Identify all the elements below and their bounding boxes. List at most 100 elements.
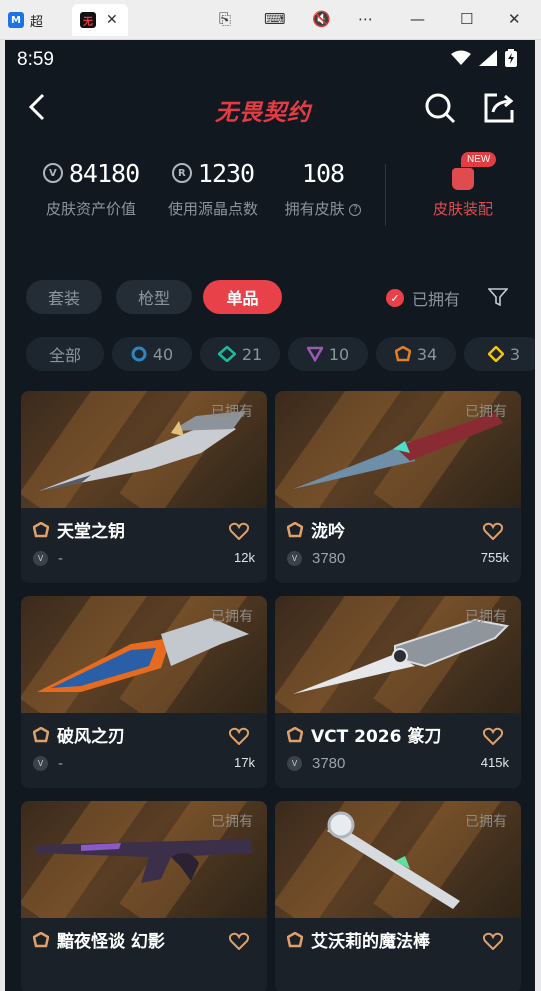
owned-tag: 已拥有 (465, 814, 507, 830)
stat-label-row: 拥有皮肤 ? (273, 198, 373, 219)
valorant-point-icon: V (287, 756, 302, 771)
valorant-point-icon: V (33, 756, 48, 771)
tab-gun-type[interactable]: 枪型 (116, 280, 192, 314)
owned-tag: 已拥有 (211, 814, 253, 830)
rarity-ultra[interactable]: 3 (464, 337, 535, 371)
help-icon[interactable]: ? (349, 204, 362, 216)
rarity-label: 全部 (48, 346, 81, 365)
rarity-exclusive[interactable]: 34 (376, 337, 456, 371)
stat-label: 使用源晶点数 (167, 200, 258, 218)
exclusive-tier-icon (394, 346, 411, 362)
valorant-point-icon: V (33, 551, 48, 566)
owned-tag: 已拥有 (465, 404, 507, 420)
stat-value: 108 (301, 158, 345, 188)
tab-set[interactable]: 套装 (26, 280, 102, 314)
rarity-premium[interactable]: 10 (288, 337, 368, 371)
check-icon: ✓ (386, 289, 404, 307)
tab-single-item[interactable]: 单品 (203, 280, 282, 314)
heart-icon[interactable] (483, 932, 503, 950)
app-header: 无畏契约 (5, 80, 535, 136)
type-tabs: 套装 枪型 单品 ✓ 已拥有 (5, 280, 535, 314)
skin-card[interactable]: 已拥有 艾沃莉的魔法棒 (275, 801, 521, 991)
rarity-count: 21 (241, 344, 263, 364)
card-price: V - (33, 755, 63, 772)
close-icon[interactable]: ✕ (106, 12, 118, 28)
share-icon[interactable] (483, 92, 515, 124)
heart-icon[interactable] (229, 932, 249, 950)
signal-icon (479, 50, 497, 66)
rarity-deluxe[interactable]: 21 (200, 337, 280, 371)
like-count: 415k (480, 755, 509, 770)
card-title: 黯夜怪谈 幻影 (33, 927, 165, 952)
window-close-icon[interactable]: ✕ (508, 10, 521, 28)
status-bar: 8:59 (5, 40, 535, 78)
skin-name: 天堂之钥 (57, 522, 125, 542)
premium-tier-icon (306, 346, 323, 362)
card-price: V 3780 (287, 755, 345, 772)
valorant-point-icon: V (42, 163, 63, 183)
tab-title: 超 (30, 14, 44, 30)
rarity-select[interactable]: 40 (112, 337, 192, 371)
stat-owned-skins[interactable]: 108 拥有皮肤 ? (273, 156, 373, 219)
keyboard-icon[interactable]: ⌨ (264, 10, 286, 28)
exclusive-tier-icon (287, 726, 303, 742)
rarity-count: 3 (509, 344, 521, 364)
radianite-icon: R (171, 163, 192, 183)
back-icon[interactable] (23, 92, 53, 122)
exclusive-tier-icon (287, 521, 303, 537)
price-value: 3780 (312, 755, 346, 772)
skin-name: 泷吟 (311, 522, 345, 542)
card-title: 天堂之钥 (33, 517, 125, 542)
outfit-button[interactable]: NEW 皮肤装配 (391, 152, 535, 219)
exclusive-tier-icon (33, 726, 49, 742)
stat-label: 拥有皮肤 (284, 200, 345, 218)
price-value: - (58, 755, 63, 772)
heart-icon[interactable] (229, 727, 249, 745)
browser-titlebar: M 超 无 ✕ ⎘ ⌨ 🔇 ⋯ — ☐ ✕ (0, 0, 541, 40)
owned-filter-toggle[interactable]: ✓ 已拥有 (386, 286, 460, 310)
exclusive-tier-icon (287, 931, 303, 947)
filter-icon[interactable] (488, 287, 508, 307)
owned-tag: 已拥有 (211, 609, 253, 625)
skin-card[interactable]: 已拥有 VCT 2026 篆刀 V 3780 415k (275, 596, 521, 788)
minimize-icon[interactable]: — (410, 10, 425, 28)
like-count: 755k (480, 550, 509, 565)
skin-card[interactable]: 已拥有 黯夜怪谈 幻影 (21, 801, 267, 991)
stat-label: 皮肤资产价值 (45, 200, 136, 218)
tab-favicon-icon: M (8, 12, 24, 28)
rarity-filter: 全部 40 21 10 34 3 (5, 337, 535, 371)
heart-icon[interactable] (229, 522, 249, 540)
browser-tab-active[interactable]: 无 ✕ (72, 4, 128, 36)
maximize-icon[interactable]: ☐ (460, 10, 473, 28)
ultra-tier-icon (487, 346, 504, 362)
skin-name: 艾沃莉的魔法棒 (311, 932, 430, 952)
heart-icon[interactable] (483, 522, 503, 540)
skin-card[interactable]: 已拥有 泷吟 V 3780 755k (275, 391, 521, 583)
owned-tag: 已拥有 (465, 609, 507, 625)
browser-tab[interactable]: M 超 (8, 4, 66, 36)
stat-value: 1230 (197, 158, 255, 188)
owned-filter-label: 已拥有 (412, 290, 461, 309)
rarity-count: 34 (416, 344, 438, 364)
valorant-point-icon: V (287, 551, 302, 566)
screenshot-icon[interactable]: ⎘ (219, 10, 231, 28)
status-icons (451, 49, 517, 67)
app-logo: 无畏契约 (215, 100, 311, 126)
stat-value: 84180 (68, 158, 140, 188)
mute-icon[interactable]: 🔇 (312, 10, 331, 28)
card-price: V - (33, 550, 63, 567)
search-icon[interactable] (424, 92, 456, 124)
rarity-all[interactable]: 全部 (26, 337, 104, 371)
battery-icon (505, 49, 517, 67)
skin-card[interactable]: 已拥有 破风之刃 V - 17k (21, 596, 267, 788)
heart-icon[interactable] (483, 727, 503, 745)
wifi-icon (451, 50, 471, 65)
skin-card[interactable]: 已拥有 天堂之钥 V - 12k (21, 391, 267, 583)
rarity-count: 10 (328, 344, 350, 364)
more-icon[interactable]: ⋯ (358, 10, 373, 28)
card-title: 破风之刃 (33, 722, 125, 747)
card-title: 泷吟 (287, 517, 345, 542)
price-value: 3780 (312, 550, 346, 567)
skin-name: 破风之刃 (57, 727, 125, 747)
skin-name: 黯夜怪谈 幻影 (57, 932, 165, 952)
